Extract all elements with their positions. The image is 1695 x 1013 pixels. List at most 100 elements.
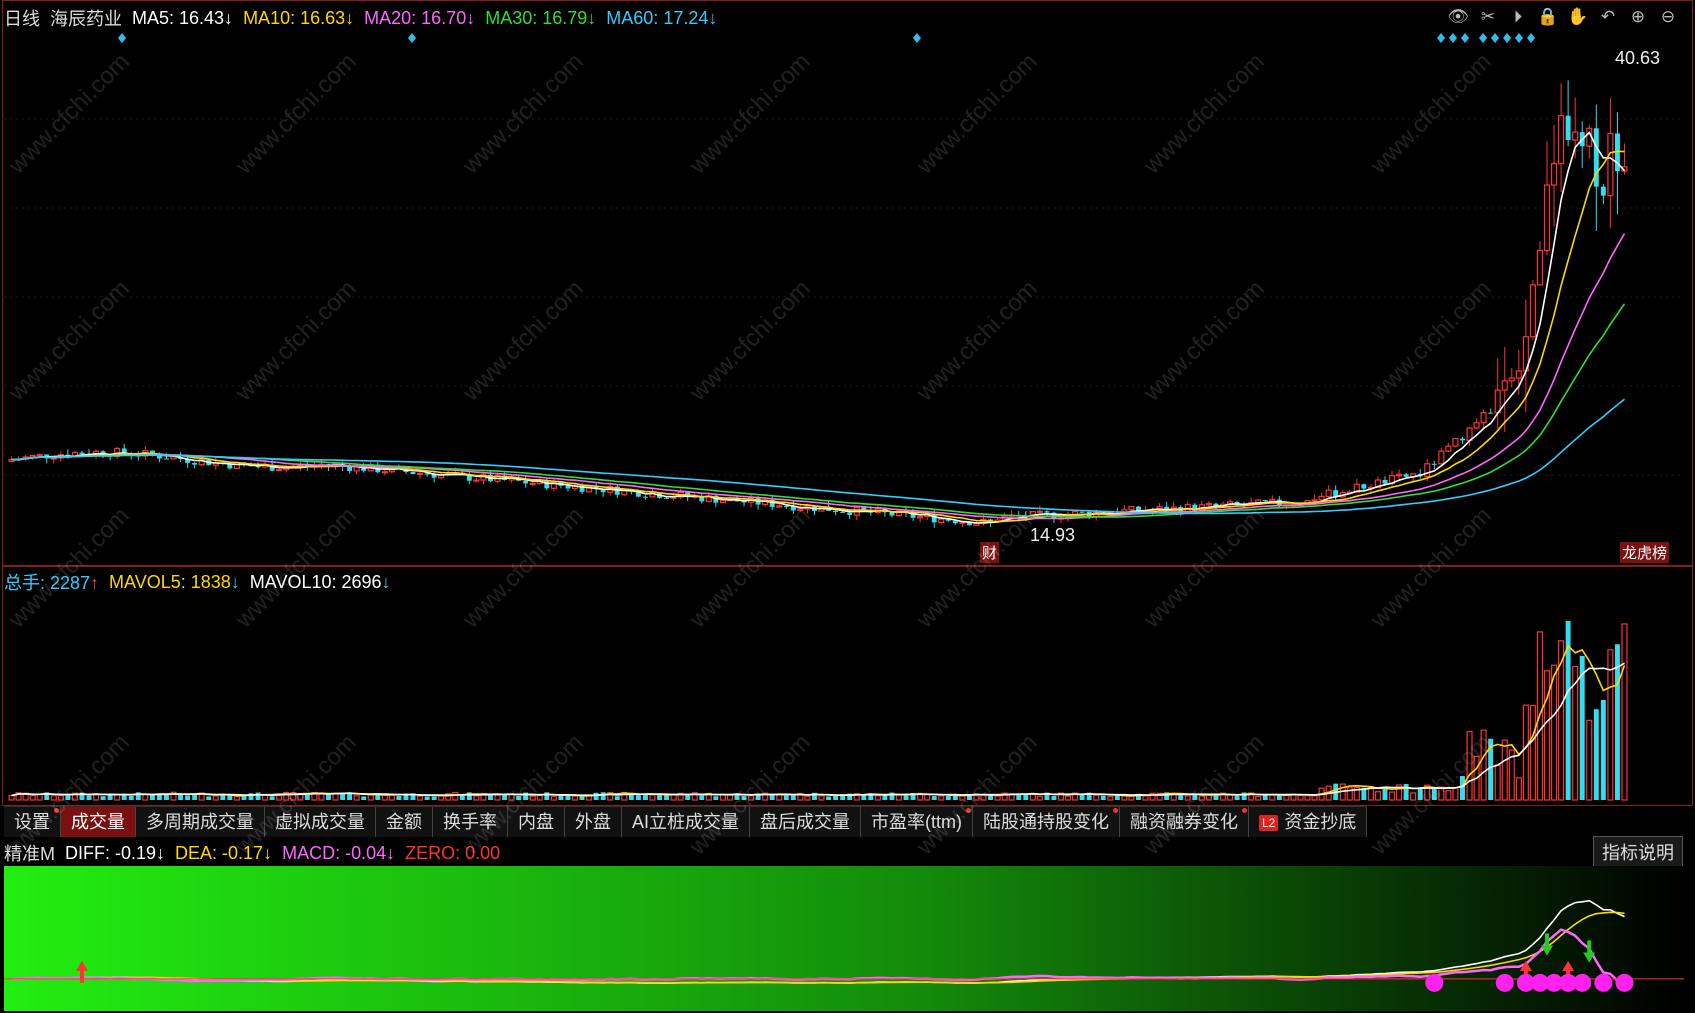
volume-bar — [1515, 777, 1522, 801]
tab-0[interactable]: 设置 — [4, 807, 61, 837]
notification-dot-icon — [966, 808, 971, 813]
tab-label: 金额 — [386, 812, 422, 832]
notification-dot-icon — [54, 808, 59, 813]
volume-bar — [1051, 795, 1057, 800]
tab-label: 虚拟成交量 — [275, 812, 365, 832]
volume-bar — [1262, 795, 1268, 800]
candle-body — [1431, 463, 1437, 465]
tab-1[interactable]: 成交量 — [61, 807, 136, 837]
volume-bar — [804, 795, 811, 801]
volume-bar — [396, 795, 402, 800]
volume-bar — [1417, 787, 1423, 800]
candle-body — [276, 469, 283, 472]
candle-body — [381, 471, 388, 474]
signal-dot — [1495, 973, 1514, 992]
tab-label: AI立桩成交量 — [632, 812, 740, 832]
volume-bar — [1255, 795, 1262, 801]
volume-bar — [502, 794, 508, 800]
volume-bar — [529, 795, 536, 801]
macd-legend-item: MACD: -0.04↓ — [282, 842, 396, 863]
volume-bar — [713, 796, 719, 800]
tab-8[interactable]: AI立桩成交量 — [622, 807, 751, 837]
candle-body — [1550, 163, 1558, 186]
lock-icon[interactable]: 🔒 — [1537, 6, 1559, 28]
tab-label: 盘后成交量 — [760, 812, 851, 832]
volume-bar — [642, 794, 648, 800]
candle-body — [164, 458, 169, 460]
tab-label: 外盘 — [575, 812, 611, 832]
indicator-explain-button[interactable]: 指标说明 — [1593, 836, 1683, 868]
scissors-icon[interactable]: ✂ — [1477, 6, 1499, 28]
candle-body — [1607, 132, 1614, 197]
candle-body — [917, 515, 924, 519]
candle-body — [1205, 503, 1212, 506]
volume-bar — [536, 794, 543, 801]
event-diamond-icon — [1503, 33, 1511, 43]
candle-body — [1382, 480, 1388, 484]
volume-bar — [494, 794, 501, 801]
tab-10[interactable]: 市盈率(ttm) — [861, 807, 973, 837]
volume-bar — [1480, 729, 1487, 801]
ma-legend-item: MA20: 16.70↓ — [364, 7, 476, 28]
candle-body — [776, 505, 783, 508]
signal-dot — [1425, 973, 1444, 992]
tab-2[interactable]: 多周期成交量 — [136, 807, 265, 837]
volume-bar — [600, 792, 606, 800]
eye-icon[interactable]: 👁 — [1447, 6, 1469, 28]
tab-7[interactable]: 外盘 — [565, 807, 622, 837]
l2-badge-icon: L2 — [1259, 815, 1279, 832]
tab-3[interactable]: 虚拟成交量 — [265, 807, 376, 837]
play-icon[interactable]: ⏵ — [1507, 6, 1529, 28]
volume-bar — [1142, 795, 1149, 801]
volume-bar — [227, 795, 233, 800]
financial-report-tag[interactable]: 财 — [980, 542, 1000, 563]
event-diamond-icon — [913, 33, 921, 43]
volume-bar — [1311, 795, 1318, 801]
zoom-out-icon[interactable]: ⊖ — [1657, 6, 1679, 28]
candle-body — [1318, 495, 1325, 501]
price-chart[interactable] — [4, 30, 1684, 564]
candle-body — [1438, 450, 1445, 465]
signal-dot — [1573, 973, 1592, 992]
candle-body — [1460, 438, 1465, 441]
volume-bar — [931, 796, 937, 800]
tab-13[interactable]: L2 资金抄底 — [1249, 807, 1368, 837]
candle-body — [170, 456, 177, 460]
high-price-label: 40.63 — [1615, 48, 1661, 68]
zoom-in-icon[interactable]: ⊕ — [1627, 6, 1649, 28]
event-diamond-icon — [1437, 33, 1445, 43]
candle-body — [1262, 500, 1268, 502]
tab-4[interactable]: 金额 — [376, 807, 433, 837]
volume-bar — [579, 796, 585, 800]
candle-body — [473, 479, 480, 482]
ma20-line — [11, 233, 1626, 520]
volume-legend-text: MAVOL5: 1838 — [109, 571, 231, 592]
candle-body — [529, 482, 536, 486]
hand-icon[interactable]: ✋ — [1567, 6, 1589, 28]
volume-bar — [1234, 795, 1240, 800]
undo-icon[interactable]: ↶ — [1597, 6, 1619, 28]
volume-bar — [1431, 788, 1437, 800]
volume-bar — [1607, 649, 1614, 801]
candle-body — [565, 485, 571, 489]
macd-legend-item: ZERO: 0.00 — [405, 842, 501, 863]
tab-9[interactable]: 盘后成交量 — [750, 807, 862, 837]
event-diamond-icon — [1515, 33, 1523, 43]
notification-dot-icon — [1113, 808, 1118, 813]
volume-bar — [340, 793, 346, 800]
tab-11[interactable]: 陆股通持股变化 — [973, 807, 1120, 837]
volume-bar — [1121, 795, 1128, 801]
tab-6[interactable]: 内盘 — [508, 807, 565, 837]
volume-chart[interactable] — [4, 592, 1684, 804]
dragon-tiger-tag[interactable]: 龙虎榜 — [1620, 542, 1670, 563]
volume-bar — [783, 795, 789, 800]
candle-body — [1473, 422, 1480, 429]
volume-bar — [649, 794, 656, 801]
mavol10-line — [11, 662, 1625, 797]
period-label[interactable]: 日线 — [4, 5, 40, 31]
tab-12[interactable]: 融资融券变化 — [1120, 807, 1249, 837]
candle-body — [1079, 511, 1085, 513]
tab-5[interactable]: 换手率 — [433, 807, 508, 837]
macd-chart[interactable] — [4, 866, 1684, 1011]
volume-bar — [361, 796, 367, 800]
